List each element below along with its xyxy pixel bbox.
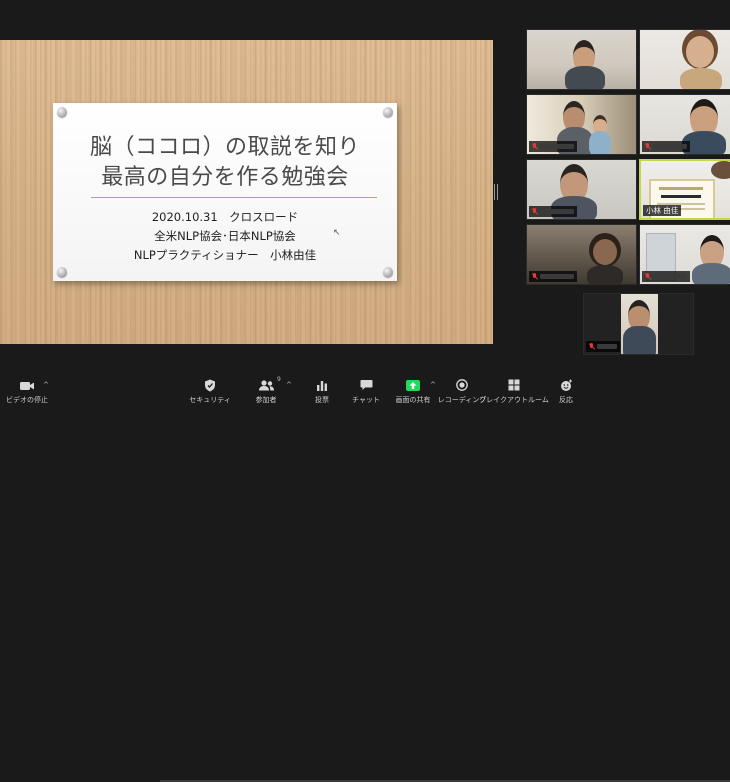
video-tile[interactable] [526,94,637,155]
meeting-toolbar: ビデオの停止 ^ セキュリティ 参加者 9 ^ 投票 チャット 画面の共有 ^ … [0,374,730,782]
video-tile[interactable] [526,159,637,220]
slide-title-divider [91,197,377,198]
security-button[interactable]: セキュリティ [189,378,231,408]
participant-name-tag [642,141,690,152]
participant-name-tag [529,206,577,217]
polls-button[interactable]: 投票 [308,378,336,408]
participants-options-caret-icon[interactable]: ^ [286,381,292,389]
mouse-cursor-icon: ↖ [333,228,341,238]
participant-name-tag [642,271,690,282]
slide-presenter-line: NLPプラクティショナー 小林由佳 [133,248,317,262]
participants-count: 9 [277,376,281,383]
participant-video [680,36,722,89]
shield-icon [201,378,219,392]
muted-mic-icon [532,208,538,215]
video-tile-active-speaker[interactable]: 小林 由佳 [639,159,730,220]
participant-name-tag [529,141,577,152]
participant-name-tag: 小林 由佳 [643,205,682,216]
record-button[interactable]: レコーディング [438,378,486,408]
slide-org-line: 全米NLP協会･日本NLP協会 [154,229,296,243]
muted-mic-icon [589,343,595,350]
video-tile[interactable] [526,29,637,90]
participants-label: 参加者 [255,396,277,404]
reactions-button[interactable]: 反応 [554,378,578,408]
screw-top-left [57,107,67,117]
stop-video-label: ビデオの停止 [6,396,48,404]
participant-video [621,294,658,354]
breakout-rooms-icon [505,378,523,392]
stop-video-button[interactable]: ビデオの停止 [6,378,48,408]
share-options-caret-icon[interactable]: ^ [430,381,436,389]
video-tile[interactable] [583,293,694,355]
muted-mic-icon [532,143,538,150]
video-tile[interactable] [639,224,730,285]
splitter-handle[interactable] [494,184,498,200]
chat-label: チャット [352,396,380,404]
screw-bottom-left [57,267,67,277]
video-camera-icon [18,378,36,392]
record-icon [453,378,471,392]
participants-icon [257,378,275,392]
reactions-icon [557,378,575,392]
reactions-label: 反応 [559,396,573,404]
slide-date-line: 2020.10.31 クロスロード [151,210,299,224]
participant-name-tag [586,341,620,352]
video-tile[interactable] [639,29,730,90]
breakout-rooms-button[interactable]: ブレイクアウトルーム [479,378,549,408]
slide-card: 脳（ココロ）の取説を知り 最高の自分を作る勉強会 2020.10.31 クロスロ… [53,103,397,281]
security-label: セキュリティ [189,396,231,404]
screw-top-right [383,107,393,117]
chat-bubble-icon [357,378,375,392]
video-tile[interactable] [639,94,730,155]
muted-mic-icon [645,143,651,150]
share-screen-arrow-icon [404,378,422,392]
slide-title-line-1: 脳（ココロ）の取説を知り [89,135,360,160]
polls-label: 投票 [315,396,329,404]
slide-title-line-2: 最高の自分を作る勉強会 [101,165,349,190]
video-options-caret-icon[interactable]: ^ [43,381,49,389]
screw-bottom-right [383,267,393,277]
share-screen-button[interactable]: 画面の共有 [394,378,432,408]
participant-video [587,239,623,284]
participant-name-tag [529,271,577,282]
polls-icon [313,378,331,392]
shared-screen: 脳（ココロ）の取説を知り 最高の自分を作る勉強会 2020.10.31 クロスロ… [0,40,493,344]
participant-video [692,235,730,284]
breakout-rooms-label: ブレイクアウトルーム [479,396,549,404]
video-tile[interactable] [526,224,637,285]
muted-mic-icon [532,273,538,280]
participant-video [565,40,605,89]
zoom-meeting-window: 脳（ココロ）の取説を知り 最高の自分を作る勉強会 2020.10.31 クロスロ… [0,0,730,782]
chat-button[interactable]: チャット [350,378,382,408]
muted-mic-icon [645,273,651,280]
share-screen-label: 画面の共有 [395,396,431,404]
